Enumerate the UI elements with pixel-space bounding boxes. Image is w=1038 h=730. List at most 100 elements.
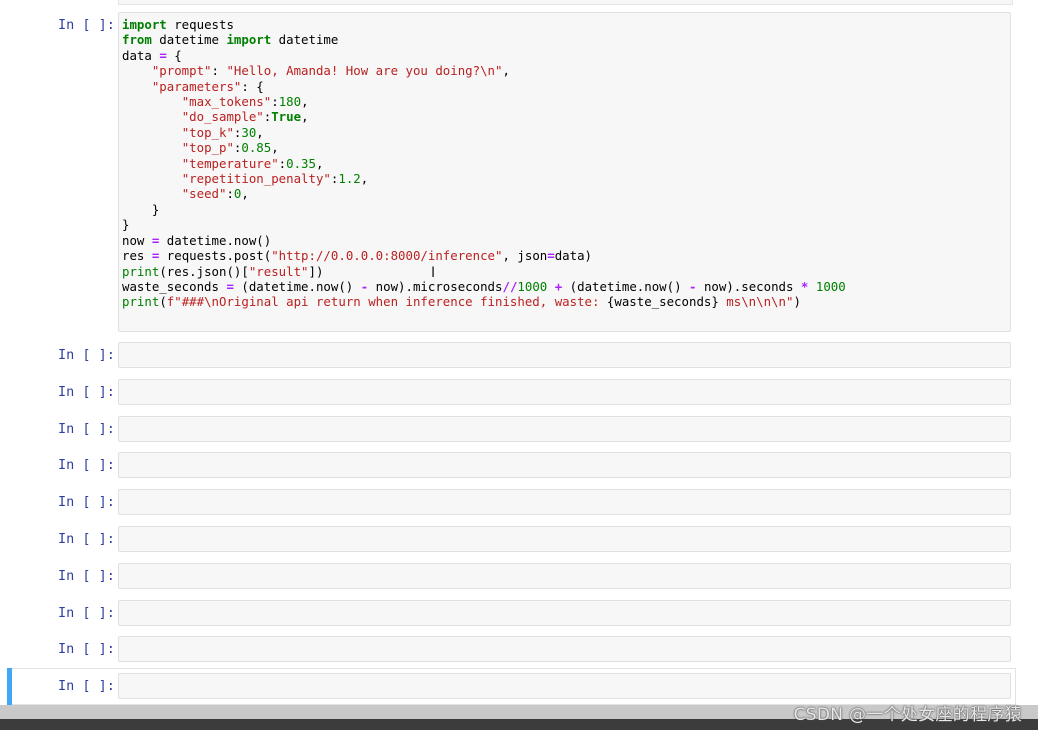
code-editor[interactable] bbox=[118, 452, 1011, 478]
empty-code-cell[interactable]: In [ ]: bbox=[0, 563, 1038, 591]
code-token: import bbox=[122, 17, 167, 32]
code-token: (datetime.now() bbox=[233, 278, 361, 294]
empty-code-cell[interactable]: In [ ]: bbox=[0, 600, 1038, 628]
code-line: "seed":0, bbox=[122, 186, 249, 201]
code-token: ms\n\n\n" bbox=[718, 294, 794, 310]
code-editor[interactable] bbox=[118, 526, 1011, 552]
code-token: print bbox=[122, 263, 160, 279]
code-editor[interactable] bbox=[118, 673, 1011, 699]
code-token: f"###\nOriginal api return when inferenc… bbox=[166, 294, 607, 310]
code-line: "max_tokens":180, bbox=[122, 94, 309, 109]
code-token: now).microseconds bbox=[368, 278, 503, 294]
empty-code-cell[interactable]: In [ ]: bbox=[0, 416, 1038, 444]
code-token: "Hello, Amanda! How are you doing?\n" bbox=[226, 63, 503, 79]
code-line: data = { bbox=[122, 48, 182, 63]
code-line: waste_seconds = (datetime.now() - now).m… bbox=[122, 279, 846, 294]
code-token: res bbox=[122, 248, 152, 264]
code-line: res = requests.post("http://0.0.0.0:8000… bbox=[122, 248, 592, 263]
code-token: "seed" bbox=[181, 186, 227, 202]
code-editor[interactable] bbox=[118, 489, 1011, 515]
code-text[interactable]: import requests from datetime import dat… bbox=[119, 13, 1010, 310]
code-line: "temperature":0.35, bbox=[122, 155, 324, 171]
code-editor[interactable]: import requests from datetime import dat… bbox=[118, 12, 1011, 332]
selected-cell-indicator bbox=[7, 668, 12, 705]
code-token: now bbox=[122, 232, 152, 248]
code-token: : { bbox=[241, 78, 264, 94]
code-line: } bbox=[122, 202, 159, 217]
code-line: "repetition_penalty":1.2, bbox=[122, 171, 369, 187]
code-token: 0.35 bbox=[286, 155, 316, 171]
code-editor[interactable] bbox=[118, 416, 1011, 442]
code-token: , bbox=[256, 124, 264, 140]
code-token: "prompt" bbox=[151, 63, 212, 79]
code-token: } bbox=[122, 201, 160, 217]
code-token: requests.post( bbox=[159, 248, 272, 264]
cell-prompt: In [ ]: bbox=[58, 605, 115, 621]
code-token: from bbox=[122, 32, 152, 48]
code-editor[interactable] bbox=[118, 600, 1011, 626]
cell-prompt: In [ ]: bbox=[58, 568, 115, 584]
code-line: "top_k":30, bbox=[122, 125, 264, 140]
cell-prompt: In [ ]: bbox=[58, 457, 115, 473]
cell-prompt: In [ ]: bbox=[58, 421, 115, 437]
code-token: } bbox=[122, 217, 130, 233]
code-token: 1000 bbox=[815, 278, 846, 294]
code-line: "do_sample":True, bbox=[122, 109, 309, 124]
empty-code-cell[interactable]: In [ ]: bbox=[0, 489, 1038, 517]
code-token: "temperature" bbox=[181, 155, 279, 171]
code-token: : bbox=[271, 94, 279, 110]
code-editor[interactable] bbox=[118, 342, 1011, 368]
code-line: } bbox=[122, 217, 129, 232]
code-line: "parameters": { bbox=[122, 79, 264, 94]
code-token: "top_k" bbox=[181, 124, 234, 140]
cell-prompt: In [ ]: bbox=[58, 678, 115, 694]
watermark: CSDN @一个处女座的程序猿 bbox=[793, 705, 1022, 725]
code-token: = bbox=[159, 47, 167, 63]
code-token: : bbox=[211, 63, 227, 79]
code-token: "http://0.0.0.0:8000/inference" bbox=[271, 248, 503, 264]
code-token: True bbox=[271, 109, 302, 125]
code-token: "top_p" bbox=[181, 140, 234, 156]
previous-cell-edge bbox=[118, 0, 1013, 5]
code-token: 0.85 bbox=[241, 140, 272, 156]
code-token: 180 bbox=[278, 94, 302, 110]
code-token: 30 bbox=[241, 124, 257, 140]
code-token: : bbox=[226, 186, 234, 202]
empty-code-cell[interactable]: In [ ]: bbox=[0, 379, 1038, 407]
text-cursor-icon: I bbox=[431, 265, 436, 281]
code-token: "do_sample" bbox=[181, 109, 264, 125]
code-line: "top_p":0.85, bbox=[122, 140, 279, 155]
code-token: = bbox=[547, 248, 555, 264]
code-editor[interactable] bbox=[118, 636, 1011, 662]
empty-code-cell[interactable]: In [ ]: bbox=[0, 342, 1038, 370]
code-token: , bbox=[301, 94, 309, 110]
code-token: , bbox=[315, 155, 324, 171]
code-line: print(f"###\nOriginal api return when in… bbox=[122, 294, 801, 309]
code-token: datetime bbox=[271, 32, 339, 48]
empty-code-cell[interactable]: In [ ]: bbox=[0, 526, 1038, 554]
code-token: ( bbox=[159, 294, 167, 310]
code-editor[interactable] bbox=[118, 379, 1011, 405]
code-token: import bbox=[226, 32, 272, 48]
code-token: , bbox=[360, 171, 369, 187]
code-token: "result" bbox=[248, 263, 309, 279]
code-editor[interactable] bbox=[118, 563, 1011, 589]
code-token: "max_tokens" bbox=[181, 94, 272, 110]
cell-prompt: In [ ]: bbox=[58, 641, 115, 657]
code-line: now = datetime.now() bbox=[122, 233, 271, 248]
code-token: requests bbox=[166, 17, 234, 32]
code-cell[interactable]: In [ ]: import requests from datetime im… bbox=[0, 12, 1038, 334]
code-token: , bbox=[301, 109, 309, 125]
code-token: data bbox=[122, 47, 160, 63]
code-token: 1.2 bbox=[338, 171, 361, 187]
empty-code-cell[interactable]: In [ ]: bbox=[0, 452, 1038, 480]
empty-code-cell[interactable]: In [ ]: bbox=[0, 636, 1038, 664]
